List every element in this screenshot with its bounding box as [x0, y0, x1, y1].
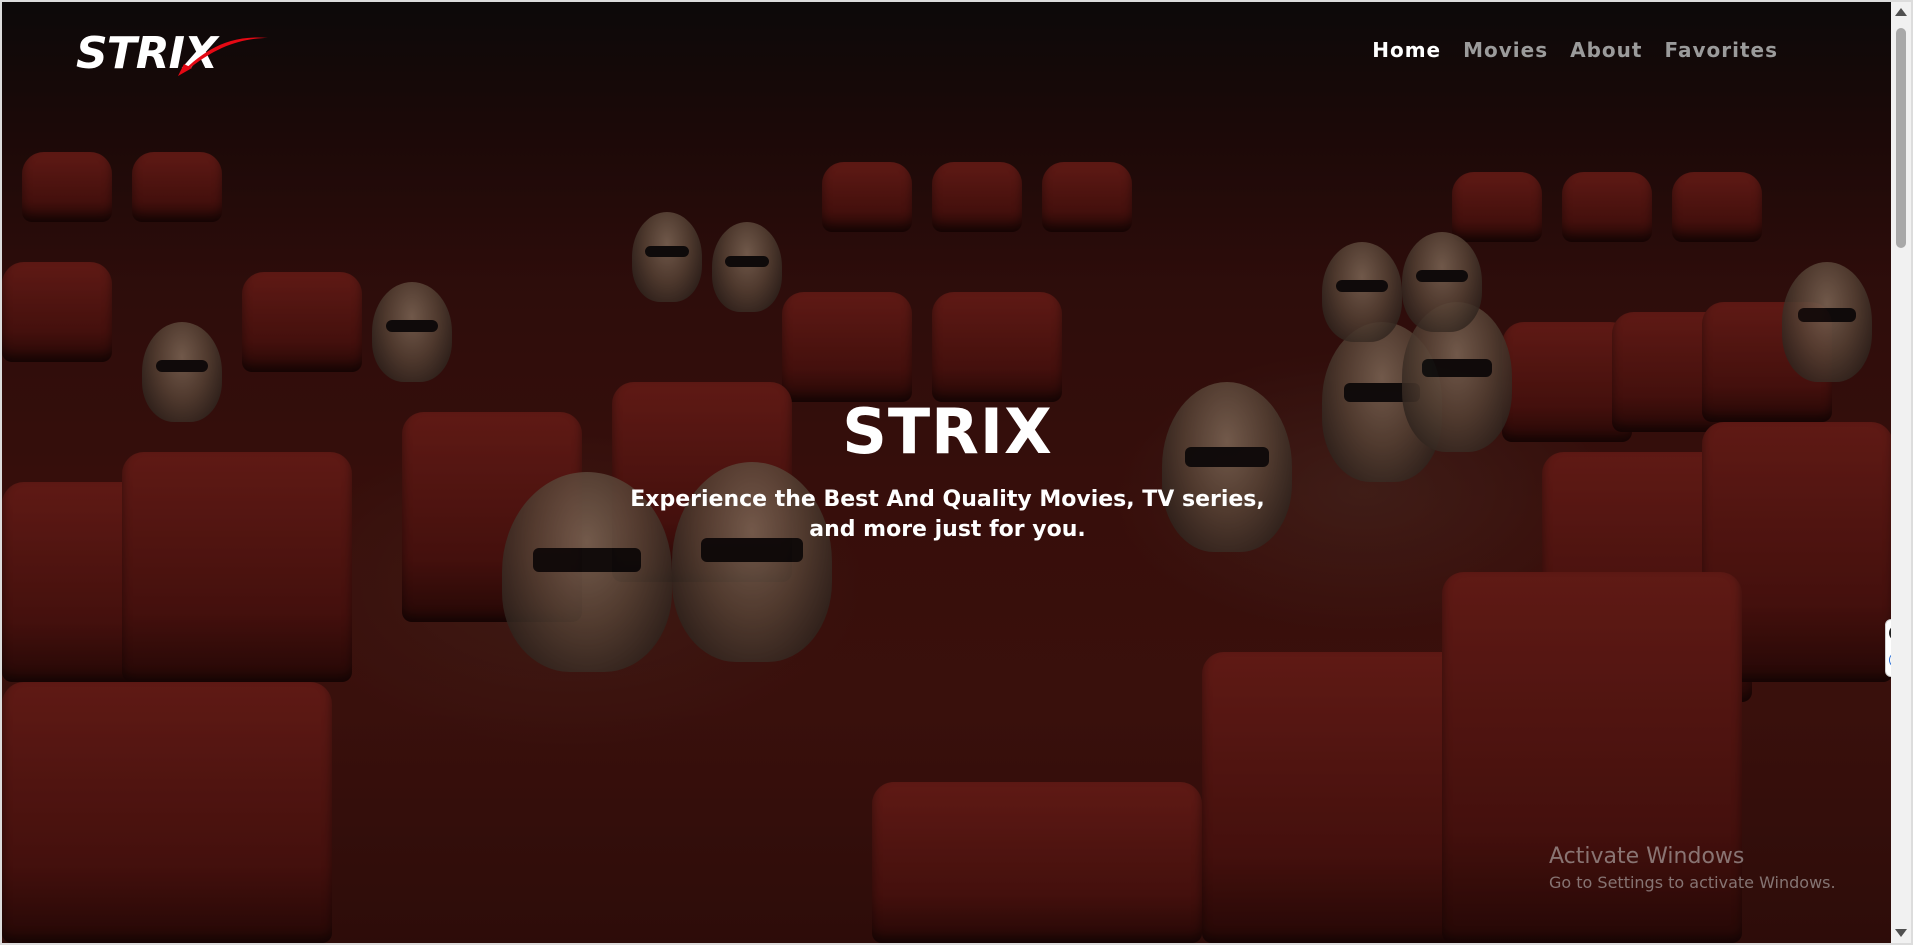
main-nav: Home Movies About Favorites: [1372, 38, 1778, 62]
nav-about-link[interactable]: About: [1570, 38, 1642, 62]
browser-viewport: STRIX Home Movies About Favorites STRIX …: [0, 0, 1913, 945]
watermark-title: Activate Windows: [1549, 844, 1745, 869]
nav-favorites-link[interactable]: Favorites: [1664, 38, 1778, 62]
scroll-down-arrow-icon[interactable]: [1895, 929, 1907, 937]
windows-activation-watermark: Activate Windows Go to Settings to activ…: [1549, 842, 1836, 894]
strix-logo[interactable]: STRIX: [76, 24, 268, 80]
hero-subtitle: Experience the Best And Quality Movies, …: [608, 485, 1288, 545]
hero-page: STRIX Home Movies About Favorites STRIX …: [2, 2, 1893, 943]
logo-swoosh-icon: [178, 37, 268, 76]
scroll-thumb[interactable]: [1896, 28, 1906, 248]
hero-subtitle-line-1: Experience the Best And Quality Movies, …: [630, 487, 1265, 512]
scroll-up-arrow-icon[interactable]: [1895, 8, 1907, 16]
nav-home-link[interactable]: Home: [1372, 38, 1441, 62]
nav-movies-link[interactable]: Movies: [1463, 38, 1548, 62]
navbar: STRIX Home Movies About Favorites: [2, 2, 1893, 102]
watermark-subtitle: Go to Settings to activate Windows.: [1549, 873, 1836, 892]
vertical-scrollbar[interactable]: [1891, 2, 1911, 943]
hero-subtitle-line-2: and more just for you.: [809, 517, 1086, 542]
hero-section: STRIX Experience the Best And Quality Mo…: [2, 397, 1893, 545]
hero-title: STRIX: [842, 395, 1053, 468]
